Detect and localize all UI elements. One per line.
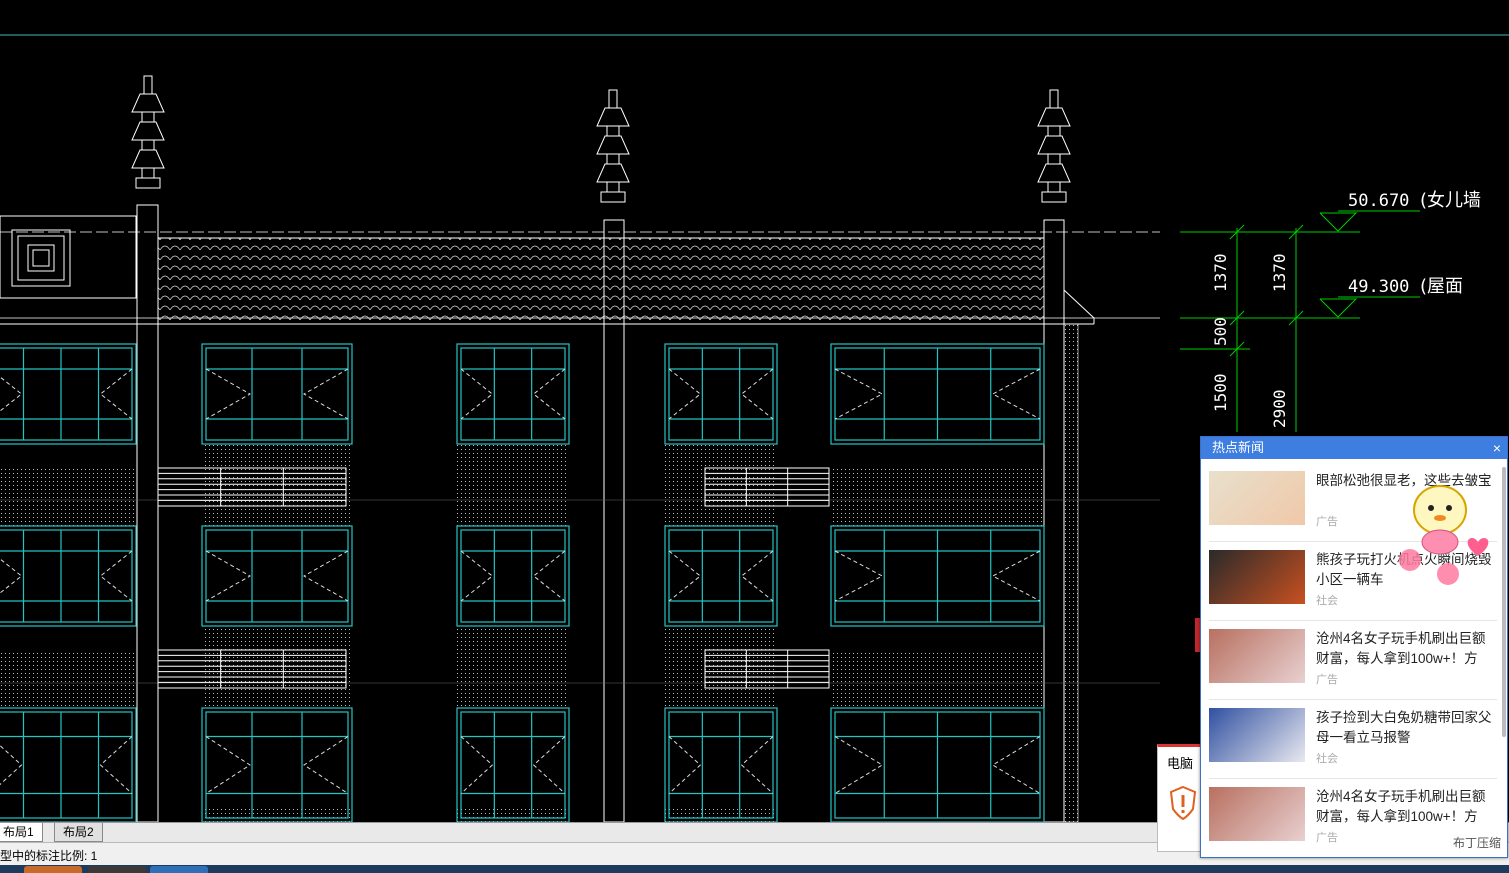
news-item[interactable]: 孩子捡到大白兔奶糖带回家父母一看立马报警社会 bbox=[1209, 708, 1497, 778]
news-divider bbox=[1209, 778, 1497, 779]
news-item[interactable]: 沧州4名女子玩手机刷出巨额财富，每人拿到100w+！方广告 bbox=[1209, 629, 1497, 699]
dim-inner-2: 500 bbox=[1211, 317, 1230, 346]
window bbox=[0, 343, 137, 445]
cartoon-chick-sticker bbox=[1399, 485, 1489, 585]
window bbox=[830, 525, 1045, 627]
tab-layout-1[interactable]: 布局1 bbox=[0, 823, 43, 842]
news-header: 热点新闻 × bbox=[1201, 437, 1507, 459]
news-thumbnail[interactable] bbox=[1209, 708, 1305, 762]
ornament-medallion bbox=[11, 229, 71, 287]
news-tag: 广告 bbox=[1316, 674, 1338, 686]
news-tag: 广告 bbox=[1316, 832, 1338, 844]
taskbar-app-button[interactable] bbox=[150, 866, 208, 873]
news-thumbnail[interactable] bbox=[1209, 471, 1305, 525]
tab-layout-2[interactable]: 布局2 bbox=[54, 823, 103, 842]
windows bbox=[0, 343, 1045, 822]
window bbox=[0, 525, 137, 627]
news-headline[interactable]: 沧州4名女子玩手机刷出巨额财富，每人拿到100w+！方 bbox=[1316, 787, 1496, 827]
taskbar-app-button[interactable] bbox=[88, 866, 146, 873]
window bbox=[201, 707, 353, 822]
news-headline[interactable]: 孩子捡到大白兔奶糖带回家父母一看立马报警 bbox=[1316, 708, 1496, 748]
news-tag: 社会 bbox=[1316, 595, 1338, 607]
window bbox=[830, 707, 1045, 822]
level-50670-value: 50.670 bbox=[1348, 191, 1409, 211]
news-footer: 布丁压缩 bbox=[1452, 836, 1501, 850]
window bbox=[201, 525, 353, 627]
news-thumbnail[interactable] bbox=[1209, 550, 1305, 604]
window bbox=[201, 343, 353, 445]
finial bbox=[131, 75, 165, 189]
window bbox=[0, 707, 137, 822]
news-tag: 广告 bbox=[1316, 516, 1338, 528]
finial bbox=[596, 89, 630, 203]
finial bbox=[1037, 89, 1071, 203]
dim-inner-1: 1370 bbox=[1211, 253, 1230, 292]
level-50670-label: (女儿墙 bbox=[1420, 190, 1481, 211]
window bbox=[456, 707, 570, 822]
dim-outer-1: 1370 bbox=[1270, 253, 1289, 292]
dim-outer-2: 2900 bbox=[1270, 389, 1289, 428]
window bbox=[456, 525, 570, 627]
news-divider bbox=[1209, 699, 1497, 700]
shield-icon bbox=[1169, 785, 1197, 821]
window bbox=[664, 343, 778, 445]
taskbar bbox=[0, 865, 1509, 873]
news-thumbnail[interactable] bbox=[1209, 629, 1305, 683]
security-alert-popup[interactable]: 电脑 bbox=[1157, 744, 1205, 852]
window bbox=[664, 525, 778, 627]
window bbox=[456, 343, 570, 445]
news-thumbnail[interactable] bbox=[1209, 787, 1305, 841]
taskbar-app-button[interactable] bbox=[24, 866, 82, 873]
window bbox=[664, 707, 778, 822]
level-49300-label: (屋面 bbox=[1420, 276, 1463, 297]
level-49300-value: 49.300 bbox=[1348, 277, 1409, 297]
news-title: 热点新闻 bbox=[1212, 440, 1265, 455]
close-icon[interactable]: × bbox=[1493, 437, 1501, 459]
dim-inner-3: 1500 bbox=[1211, 373, 1230, 412]
window bbox=[830, 343, 1045, 445]
news-divider bbox=[1209, 620, 1497, 621]
alert-label: 电脑 bbox=[1167, 756, 1194, 771]
finials bbox=[131, 75, 1071, 203]
news-headline[interactable]: 沧州4名女子玩手机刷出巨额财富，每人拿到100w+！方 bbox=[1316, 629, 1496, 669]
news-tag: 社会 bbox=[1316, 753, 1338, 765]
status-text: 型中的标注比例: 1 bbox=[0, 849, 98, 863]
